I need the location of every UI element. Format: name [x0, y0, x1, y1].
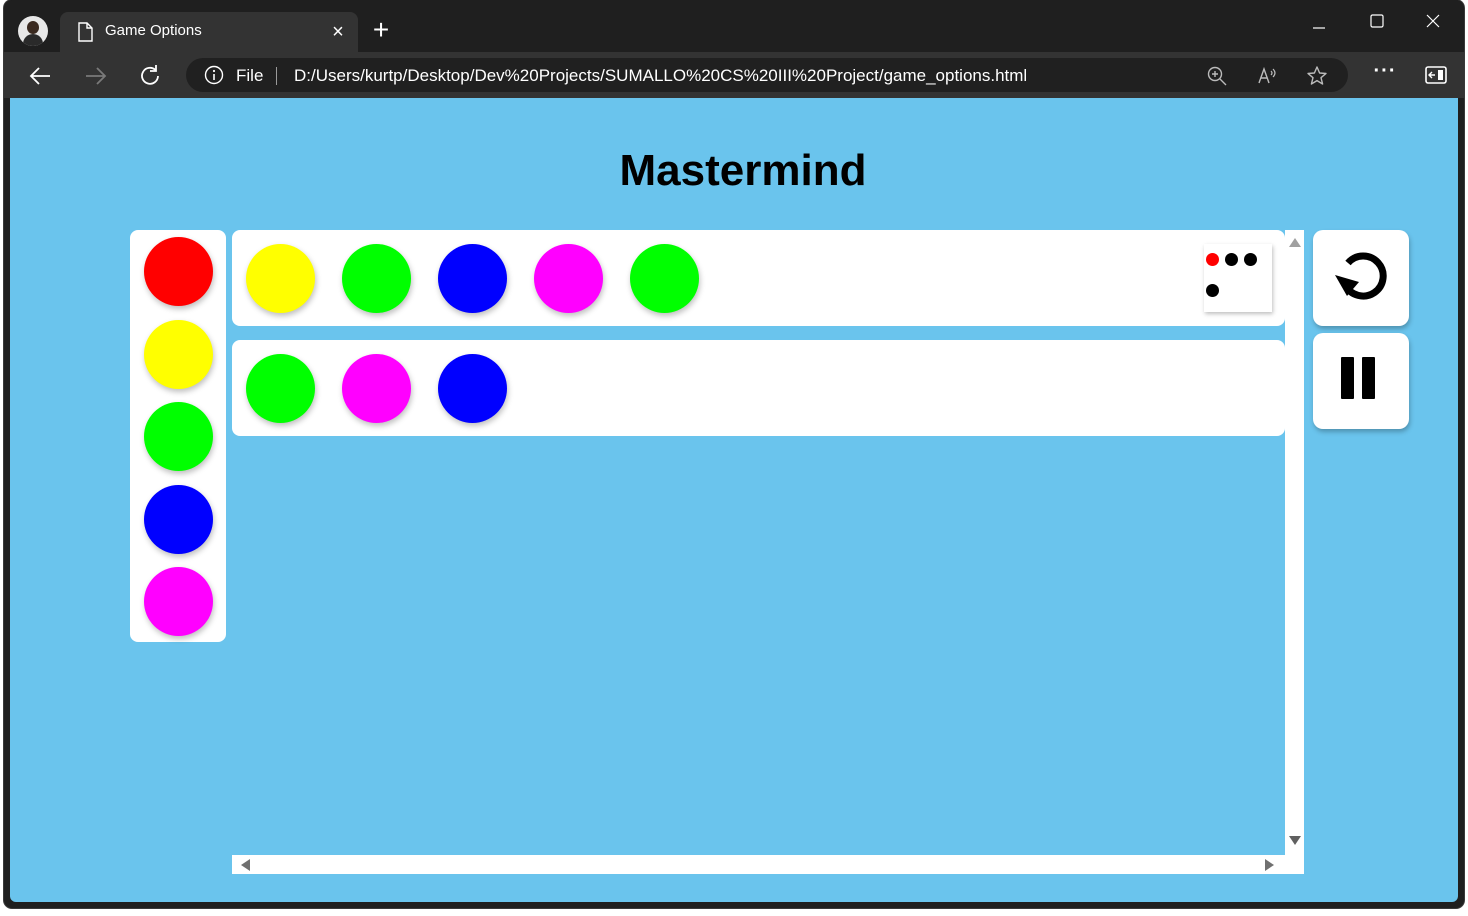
- url-text[interactable]: D:/Users/kurtp/Desktop/Dev%20Projects/SU…: [294, 66, 1027, 86]
- palette-peg[interactable]: [144, 484, 213, 554]
- feedback-box: [1204, 244, 1272, 312]
- scroll-up-arrow-icon[interactable]: [1289, 238, 1301, 247]
- close-tab-icon[interactable]: ×: [326, 20, 350, 44]
- restart-icon: [1335, 252, 1387, 300]
- more-options-icon[interactable]: ···: [1372, 61, 1398, 86]
- guess-peg[interactable]: [342, 244, 411, 313]
- scroll-left-arrow-icon[interactable]: [241, 859, 250, 871]
- tab-game-options[interactable]: Game Options ×: [60, 12, 358, 52]
- restart-button[interactable]: [1313, 230, 1409, 326]
- forward-arrow-icon[interactable]: [80, 60, 112, 92]
- palette-peg[interactable]: [144, 319, 213, 389]
- guess-row: [232, 340, 1285, 436]
- horizontal-scrollbar[interactable]: [232, 855, 1304, 874]
- address-bar[interactable]: File D:/Users/kurtp/Desktop/Dev%20Projec…: [186, 58, 1348, 92]
- palette-peg[interactable]: [144, 237, 213, 306]
- address-separator: [276, 67, 277, 85]
- new-tab-icon[interactable]: +: [368, 16, 394, 44]
- guess-board: [232, 230, 1304, 874]
- feedback-dot: [1206, 284, 1219, 297]
- browser-window: Game Options × + File D:/Users/kurtp/Des…: [4, 0, 1464, 908]
- zoom-icon[interactable]: [1206, 65, 1228, 87]
- read-aloud-icon[interactable]: [1256, 65, 1278, 87]
- guess-row: [232, 230, 1285, 326]
- browser-toolbar: File D:/Users/kurtp/Desktop/Dev%20Projec…: [4, 52, 1464, 98]
- palette-peg[interactable]: [144, 402, 213, 471]
- page-icon: [78, 22, 93, 42]
- pause-icon: [1341, 357, 1375, 399]
- guess-peg[interactable]: [534, 244, 603, 313]
- minimize-icon[interactable]: [1296, 8, 1342, 34]
- back-arrow-icon[interactable]: [24, 60, 56, 92]
- guess-peg[interactable]: [630, 244, 699, 313]
- guess-peg[interactable]: [438, 244, 507, 313]
- profile-avatar[interactable]: [18, 16, 48, 46]
- scroll-right-arrow-icon[interactable]: [1265, 859, 1274, 871]
- favorite-star-icon[interactable]: [1306, 65, 1328, 87]
- tab-title: Game Options: [105, 22, 202, 39]
- feedback-dot: [1206, 253, 1219, 266]
- tab-bar: Game Options × +: [4, 0, 1464, 52]
- guess-peg[interactable]: [342, 354, 411, 423]
- reload-icon[interactable]: [134, 60, 166, 92]
- info-icon[interactable]: [204, 65, 224, 85]
- scroll-down-arrow-icon[interactable]: [1289, 836, 1301, 845]
- palette-peg[interactable]: [144, 567, 213, 636]
- file-scheme-label: File: [236, 66, 264, 85]
- guess-peg[interactable]: [246, 354, 315, 423]
- maximize-icon[interactable]: [1354, 8, 1400, 34]
- page-title: Mastermind: [619, 146, 867, 195]
- color-palette: [130, 230, 226, 642]
- feedback-dot: [1225, 253, 1238, 266]
- page-viewport: Mastermind: [10, 98, 1458, 902]
- pause-button[interactable]: [1313, 333, 1409, 429]
- guess-peg[interactable]: [438, 354, 507, 423]
- close-window-icon[interactable]: [1410, 8, 1456, 34]
- feedback-dot: [1244, 253, 1257, 266]
- sidebar-toggle-icon[interactable]: [1424, 64, 1448, 86]
- vertical-scrollbar[interactable]: [1285, 230, 1304, 855]
- guess-peg[interactable]: [246, 244, 315, 313]
